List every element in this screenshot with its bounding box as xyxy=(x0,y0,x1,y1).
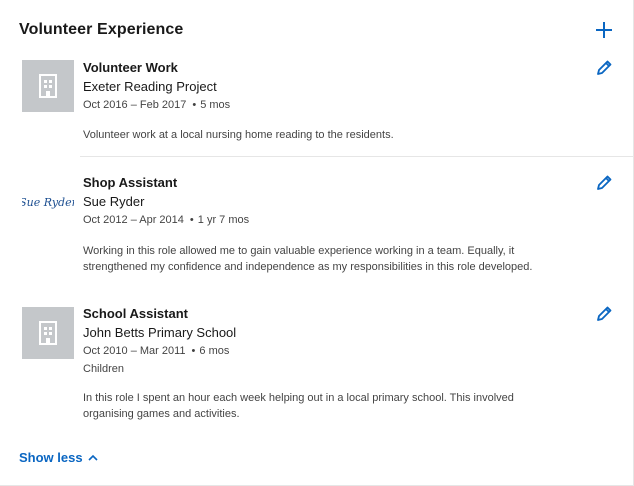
show-less-button[interactable]: Show less xyxy=(19,450,99,465)
entry-dates: Oct 2012 – Apr 2014 • 1 yr 7 mos xyxy=(83,214,249,226)
entry-title[interactable]: School Assistant xyxy=(83,306,188,321)
entry-dates: Oct 2016 – Feb 2017 • 5 mos xyxy=(83,99,230,111)
bullet-separator: • xyxy=(189,214,194,226)
entry-organization[interactable]: Exeter Reading Project xyxy=(83,79,217,94)
divider xyxy=(80,156,634,157)
date-range: Oct 2012 – Apr 2014 xyxy=(83,214,184,226)
description-line: strengthened my confidence and independe… xyxy=(83,261,533,273)
entry-title[interactable]: Shop Assistant xyxy=(83,175,177,190)
entry-title[interactable]: Volunteer Work xyxy=(83,60,178,75)
section-title: Volunteer Experience xyxy=(19,21,184,38)
duration: 1 yr 7 mos xyxy=(197,214,250,226)
plus-icon xyxy=(596,22,612,38)
entry-description: In this role I spent an hour each week h… xyxy=(83,390,593,422)
organization-logo xyxy=(22,307,74,359)
entry-cause: Children xyxy=(83,363,124,375)
entry-organization[interactable]: John Betts Primary School xyxy=(83,325,236,340)
logo-text: Sue Ryder xyxy=(22,196,74,209)
chevron-up-icon xyxy=(88,454,98,461)
edit-entry-button[interactable] xyxy=(595,174,613,192)
show-less-label: Show less xyxy=(19,450,83,465)
pencil-icon xyxy=(597,175,612,190)
pencil-icon xyxy=(597,306,612,321)
add-volunteer-experience-button[interactable] xyxy=(594,20,614,40)
date-range: Oct 2010 – Mar 2011 xyxy=(83,345,186,357)
entry-description: Volunteer work at a local nursing home r… xyxy=(83,129,394,141)
description-line: In this role I spent an hour each week h… xyxy=(83,392,514,404)
entry-organization[interactable]: Sue Ryder xyxy=(83,194,144,209)
pencil-icon xyxy=(597,60,612,75)
entry-dates: Oct 2010 – Mar 2011 • 6 mos xyxy=(83,345,229,357)
bullet-separator: • xyxy=(192,99,197,111)
edit-entry-button[interactable] xyxy=(595,59,613,77)
edit-entry-button[interactable] xyxy=(595,305,613,323)
description-line: organising games and activities. xyxy=(83,408,240,420)
volunteer-experience-card: Volunteer Experience Volunteer Work Exet… xyxy=(0,0,634,486)
duration: 6 mos xyxy=(199,345,230,357)
organization-logo xyxy=(22,60,74,112)
building-icon xyxy=(39,74,57,98)
entry-description: Working in this role allowed me to gain … xyxy=(83,243,593,275)
sue-ryder-logo: Sue Ryder xyxy=(22,175,74,227)
date-range: Oct 2016 – Feb 2017 xyxy=(83,99,187,111)
sue-ryder-wordmark: Sue Ryder xyxy=(22,196,74,209)
description-line: Working in this role allowed me to gain … xyxy=(83,245,515,257)
building-icon xyxy=(39,321,57,345)
bullet-separator: • xyxy=(191,345,196,357)
duration: 5 mos xyxy=(200,99,231,111)
